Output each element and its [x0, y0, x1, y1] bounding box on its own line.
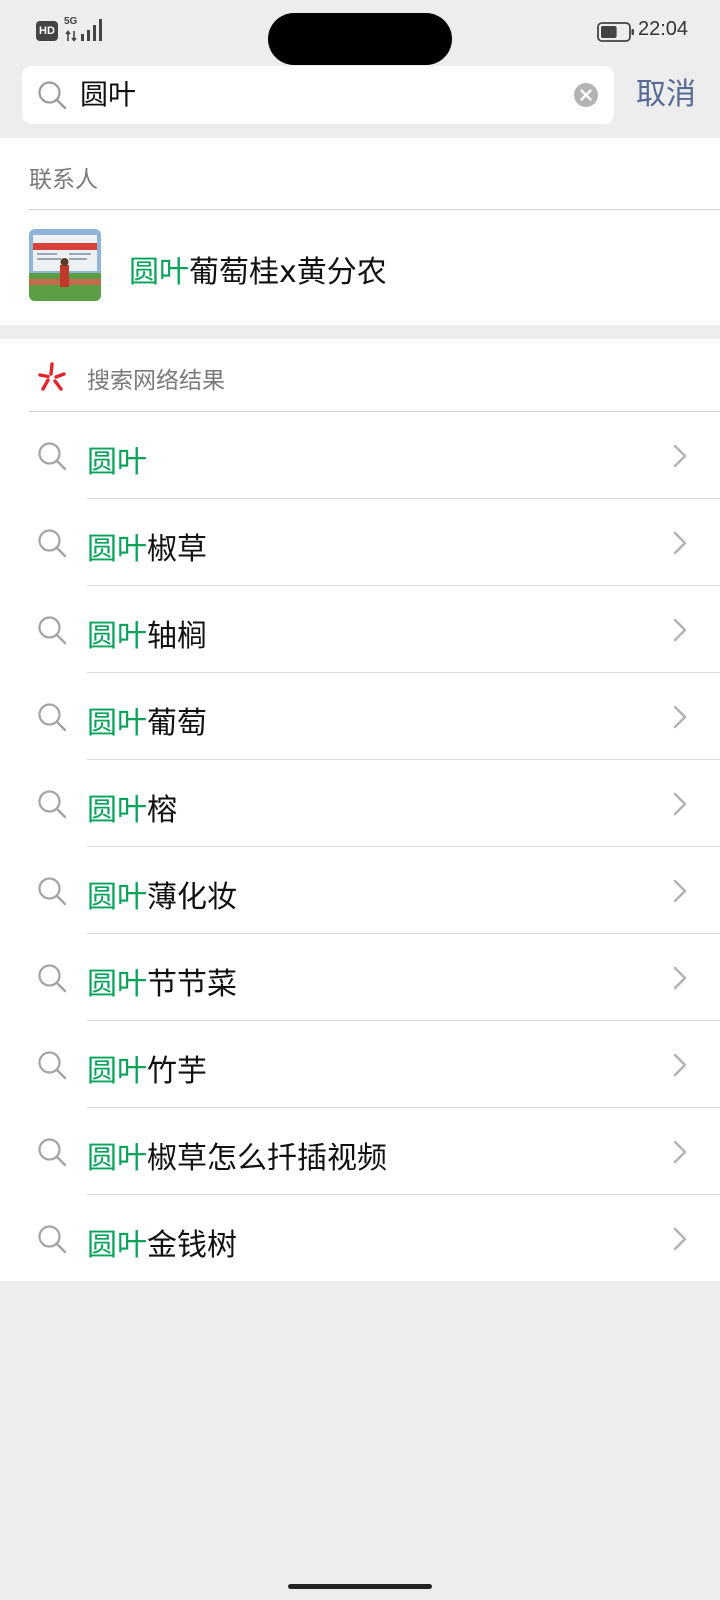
web-result-rest: 椒草	[147, 532, 207, 567]
chevron-right-icon	[673, 1140, 687, 1164]
web-result-row[interactable]: 圆叶节节菜	[0, 934, 720, 1021]
web-result-text: 圆叶	[87, 437, 147, 481]
web-result-row[interactable]: 圆叶椒草怎么扦插视频	[0, 1108, 720, 1195]
signal-strength-icon	[81, 19, 102, 41]
web-result-highlight: 圆叶	[87, 1228, 147, 1263]
chevron-right-icon	[673, 531, 687, 555]
web-results-list: 圆叶 圆叶椒草 圆叶轴榈 圆叶葡萄 圆叶榕 圆叶薄化妆 圆叶节节菜 圆叶竹芋 圆…	[0, 412, 720, 1282]
web-result-highlight: 圆叶	[87, 532, 147, 567]
web-result-row[interactable]: 圆叶竹芋	[0, 1021, 720, 1108]
avatar-image	[29, 229, 101, 301]
web-result-row[interactable]: 圆叶葡萄	[0, 673, 720, 760]
search-icon	[38, 1225, 67, 1254]
contacts-section: 联系人 圆叶葡萄桂x黄分农	[0, 138, 720, 325]
chevron-right-icon	[673, 705, 687, 729]
search-icon	[38, 1138, 67, 1167]
web-result-text: 圆叶金钱树	[87, 1220, 237, 1264]
web-result-row[interactable]: 圆叶薄化妆	[0, 847, 720, 934]
web-result-text: 圆叶轴榈	[87, 611, 207, 655]
status-time: 22:04	[638, 18, 689, 40]
search-icon	[38, 964, 67, 993]
web-result-highlight: 圆叶	[87, 793, 147, 828]
web-result-rest: 竹芋	[147, 1054, 207, 1089]
contact-result-row[interactable]: 圆叶葡萄桂x黄分农	[0, 210, 720, 325]
web-result-text: 圆叶竹芋	[87, 1046, 207, 1090]
search-input[interactable]	[80, 66, 540, 124]
chevron-right-icon	[673, 618, 687, 642]
web-result-row[interactable]: 圆叶榕	[0, 760, 720, 847]
contact-name: 圆叶葡萄桂x黄分农	[129, 247, 387, 291]
web-result-text: 圆叶榕	[87, 785, 177, 829]
search-icon	[38, 703, 67, 732]
chevron-right-icon	[673, 444, 687, 468]
web-result-rest: 金钱树	[147, 1228, 237, 1263]
hd-voice-badge: HD	[36, 21, 58, 41]
web-result-highlight: 圆叶	[87, 706, 147, 741]
clear-icon[interactable]	[572, 81, 600, 109]
web-result-row[interactable]: 圆叶椒草	[0, 499, 720, 586]
search-bar: 取消	[0, 66, 720, 124]
web-result-text: 圆叶椒草	[87, 524, 207, 568]
web-result-row[interactable]: 圆叶轴榈	[0, 586, 720, 673]
battery-icon	[597, 22, 634, 42]
search-icon	[38, 529, 67, 558]
web-result-highlight: 圆叶	[87, 967, 147, 1002]
contact-name-highlight: 圆叶	[129, 255, 189, 290]
search-icon	[38, 616, 67, 645]
web-result-highlight: 圆叶	[87, 1054, 147, 1089]
home-indicator[interactable]	[288, 1584, 432, 1589]
web-result-rest: 榕	[147, 793, 177, 828]
search-icon	[38, 877, 67, 906]
web-result-text: 圆叶椒草怎么扦插视频	[87, 1133, 387, 1177]
web-result-row[interactable]: 圆叶金钱树	[0, 1195, 720, 1282]
contacts-section-title: 联系人	[29, 167, 98, 193]
web-results-title: 搜索网络结果	[87, 368, 225, 394]
web-result-highlight: 圆叶	[87, 619, 147, 654]
web-result-text: 圆叶节节菜	[87, 959, 237, 1003]
search-icon	[38, 1051, 67, 1080]
search-screen: HD 5G 22:04 圆叶 取消 联系人 圆叶葡萄桂x黄分农 搜索网络结果 圆…	[0, 0, 720, 1600]
web-result-text: 圆叶葡萄	[87, 698, 207, 742]
status-bar: HD 5G 22:04	[0, 0, 720, 65]
camera-cutout	[268, 13, 452, 65]
web-result-rest: 薄化妆	[147, 880, 237, 915]
search-box[interactable]	[22, 66, 614, 124]
wechat-search-logo	[38, 362, 66, 391]
contact-name-rest: 葡萄桂x黄分农	[189, 255, 387, 290]
web-result-rest: 节节菜	[147, 967, 237, 1002]
web-results-header: 搜索网络结果	[29, 339, 720, 412]
chevron-right-icon	[673, 1053, 687, 1077]
chevron-right-icon	[673, 1227, 687, 1251]
chevron-right-icon	[673, 792, 687, 816]
web-result-rest: 椒草怎么扦插视频	[147, 1141, 387, 1176]
web-result-highlight: 圆叶	[87, 1141, 147, 1176]
web-result-highlight: 圆叶	[87, 445, 147, 480]
web-results-section: 搜索网络结果 圆叶 圆叶椒草 圆叶轴榈 圆叶葡萄 圆叶榕 圆叶薄化妆 圆叶节节菜…	[0, 339, 720, 1281]
search-icon	[38, 442, 67, 471]
cancel-button[interactable]: 取消	[636, 66, 696, 124]
search-icon	[38, 81, 67, 110]
web-result-highlight: 圆叶	[87, 880, 147, 915]
web-result-rest: 轴榈	[147, 619, 207, 654]
chevron-right-icon	[673, 966, 687, 990]
contact-avatar	[29, 229, 101, 301]
contacts-section-header: 联系人	[29, 138, 720, 210]
network-type-label: 5G	[64, 16, 78, 27]
data-activity-icon	[65, 30, 77, 42]
search-icon	[38, 790, 67, 819]
web-result-row[interactable]: 圆叶	[0, 412, 720, 499]
web-result-rest: 葡萄	[147, 706, 207, 741]
chevron-right-icon	[673, 879, 687, 903]
web-result-text: 圆叶薄化妆	[87, 872, 237, 916]
